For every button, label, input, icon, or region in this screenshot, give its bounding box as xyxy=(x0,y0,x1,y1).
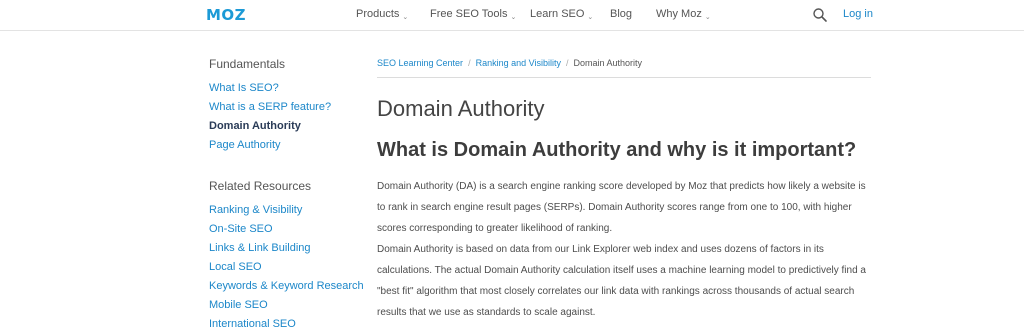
breadcrumb-separator: / xyxy=(468,58,471,68)
top-navigation: MOZ Products ⌄ Free SEO Tools ⌄ Learn SEO ⌄… xyxy=(0,0,1024,31)
chevron-down-icon: ⌄ xyxy=(510,14,517,21)
sidebar-item-mobile-seo[interactable]: Mobile SEO xyxy=(209,299,268,311)
paragraph-line: scores corresponding to greater likeliho… xyxy=(377,223,613,234)
sidebar-item-link-building[interactable]: Links & Link Building xyxy=(209,242,311,254)
login-link[interactable]: Log in xyxy=(843,8,873,20)
nav-learn-seo[interactable]: Learn SEO ⌄ xyxy=(530,8,594,21)
sidebar-item-international-seo[interactable]: International SEO xyxy=(209,318,296,330)
paragraph-line: Domain Authority is based on data from o… xyxy=(377,244,824,255)
paragraph-line: calculations. The actual Domain Authorit… xyxy=(377,265,866,276)
search-icon[interactable] xyxy=(812,7,828,23)
breadcrumb-seo-learning-center[interactable]: SEO Learning Center xyxy=(377,58,463,68)
sidebar-heading-related-resources: Related Resources xyxy=(209,179,312,193)
chevron-down-icon: ⌄ xyxy=(402,14,409,21)
breadcrumb: SEO Learning Center / Ranking and Visibili… xyxy=(377,58,642,68)
sidebar-item-on-site-seo[interactable]: On-Site SEO xyxy=(209,223,273,235)
nav-learn-seo-label: Learn SEO xyxy=(530,8,585,20)
breadcrumb-ranking-visibility[interactable]: Ranking and Visibility xyxy=(476,58,561,68)
breadcrumb-current: Domain Authority xyxy=(573,58,643,68)
section-title: What is Domain Authority and why is it i… xyxy=(377,139,857,161)
paragraph-intro: Domain Authority (DA) is a search engine… xyxy=(377,176,877,239)
nav-free-seo-tools[interactable]: Free SEO Tools ⌄ xyxy=(430,8,517,21)
breadcrumb-separator: / xyxy=(565,58,569,68)
nav-why-moz[interactable]: Why Moz ⌄ xyxy=(656,8,711,21)
chevron-down-icon: ⌄ xyxy=(704,14,711,21)
paragraph-line: Domain Authority (DA) is a search engine… xyxy=(377,181,866,192)
sidebar-item-keyword-research[interactable]: Keywords & Keyword Research xyxy=(209,280,364,292)
sidebar-item-page-authority[interactable]: Page Authority xyxy=(209,139,281,151)
chevron-down-icon: ⌄ xyxy=(587,14,594,21)
nav-products[interactable]: Products ⌄ xyxy=(356,8,409,21)
sidebar-item-ranking-visibility[interactable]: Ranking & Visibility xyxy=(209,204,302,216)
nav-free-seo-tools-label: Free SEO Tools xyxy=(430,8,508,20)
paragraph-line: "best fit" algorithm that most closely c… xyxy=(377,286,855,297)
moz-logo[interactable]: MOZ xyxy=(206,6,246,24)
sidebar-heading-fundamentals: Fundamentals xyxy=(209,57,286,71)
nav-products-label: Products xyxy=(356,8,400,20)
page-title: Domain Authority xyxy=(377,96,545,121)
nav-blog[interactable]: Blog xyxy=(610,8,632,20)
sidebar-item-local-seo[interactable]: Local SEO xyxy=(209,261,262,273)
sidebar-item-what-is-seo[interactable]: What Is SEO? xyxy=(209,82,279,94)
breadcrumb-divider xyxy=(377,77,871,78)
sidebar-item-domain-authority[interactable]: Domain Authority xyxy=(209,120,301,132)
nav-blog-label: Blog xyxy=(610,8,633,20)
paragraph-line: to rank in search engine result pages (S… xyxy=(377,202,852,213)
nav-why-moz-label: Why Moz xyxy=(656,8,702,20)
paragraph-calculation: Domain Authority is based on data from o… xyxy=(377,239,877,323)
sidebar-item-serp-feature[interactable]: What is a SERP feature? xyxy=(209,101,331,113)
paragraph-line: results that we use as standards to scal… xyxy=(377,307,596,318)
